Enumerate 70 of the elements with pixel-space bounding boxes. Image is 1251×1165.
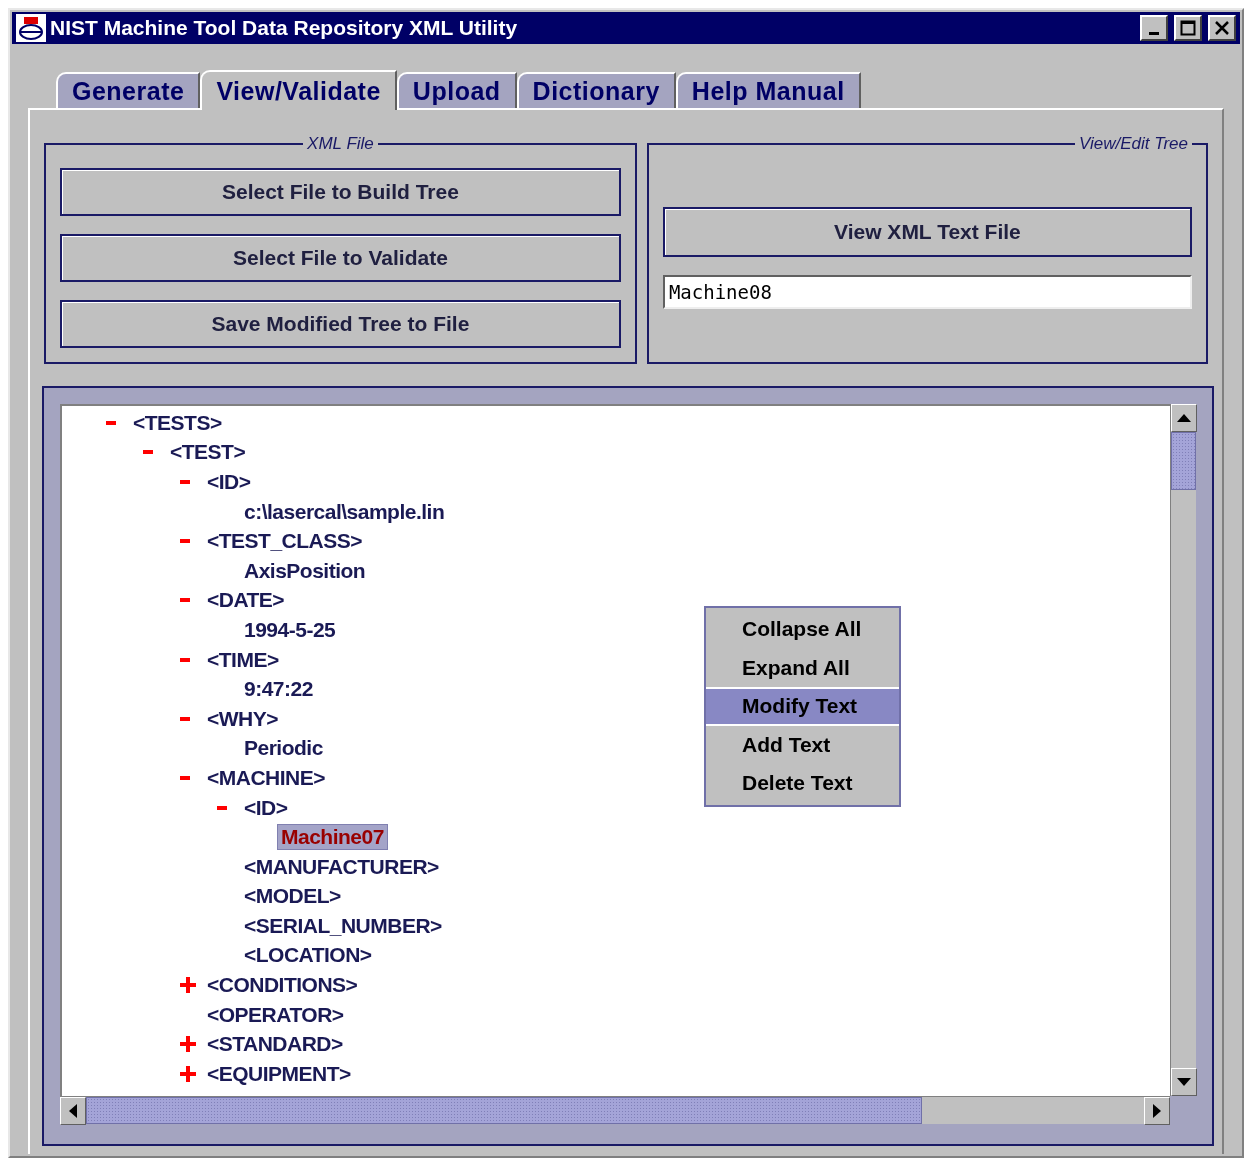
panel-title: XML File: [306, 134, 375, 154]
minus-icon[interactable]: [180, 657, 190, 662]
up-arrow-icon: [1177, 414, 1191, 422]
scroll-thumb[interactable]: [1171, 432, 1196, 490]
close-button[interactable]: [1208, 15, 1236, 41]
minus-icon[interactable]: [106, 420, 116, 425]
scroll-up-button[interactable]: [1171, 404, 1197, 432]
plus-icon[interactable]: [180, 977, 196, 994]
tree-node[interactable]: c:\lasercal\sample.lin: [240, 498, 449, 525]
tree-node[interactable]: <TEST_CLASS>: [203, 528, 367, 555]
tree-node[interactable]: <WHY>: [203, 705, 283, 732]
right-arrow-icon: [1153, 1104, 1161, 1118]
input-field[interactable]: Machine08: [662, 275, 1192, 309]
tree-node[interactable]: Periodic: [240, 735, 327, 762]
tab[interactable]: Generate: [56, 72, 201, 108]
vertical-scrollbar[interactable]: [1170, 404, 1196, 1096]
tree-node[interactable]: <MACHINE>: [203, 764, 330, 791]
scroll-down-button[interactable]: [1171, 1068, 1197, 1096]
scroll-right-button[interactable]: [1144, 1097, 1170, 1125]
minus-icon[interactable]: [217, 805, 227, 810]
tree-node[interactable]: <MODEL>: [240, 883, 345, 910]
tab[interactable]: Dictionary: [516, 72, 676, 108]
panel-button[interactable]: Save Modified Tree to File: [60, 300, 621, 348]
tree-node[interactable]: <LOCATION>: [240, 942, 376, 969]
tab[interactable]: Help Manual: [675, 72, 861, 108]
tree-node[interactable]: <TIME>: [203, 646, 283, 673]
scroll-thumb[interactable]: [86, 1097, 922, 1124]
menu-item[interactable]: Delete Text: [706, 764, 899, 803]
down-arrow-icon: [1177, 1078, 1191, 1086]
tree-node[interactable]: <OPERATOR>: [203, 1001, 348, 1028]
tree-node[interactable]: <ID>: [240, 794, 292, 821]
tab[interactable]: View/Validate: [200, 70, 397, 110]
tree-node[interactable]: <CONDITIONS>: [203, 972, 362, 999]
plus-icon[interactable]: [180, 1065, 196, 1082]
tree-node[interactable]: Machine07: [277, 824, 388, 851]
minus-icon[interactable]: [180, 539, 190, 544]
tree-node[interactable]: <TEST>: [166, 439, 250, 466]
minimize-button[interactable]: [1140, 15, 1168, 41]
panel-title: View/Edit Tree: [1078, 134, 1189, 154]
tree-node[interactable]: <STANDARD>: [203, 1031, 347, 1058]
scroll-left-button[interactable]: [60, 1097, 86, 1125]
tree-node[interactable]: <ID>: [203, 469, 255, 495]
minus-icon[interactable]: [180, 775, 190, 780]
panel-button[interactable]: Select File to Build Tree: [60, 168, 621, 216]
maximize-button[interactable]: [1174, 15, 1202, 41]
menu-item[interactable]: Add Text: [706, 725, 899, 764]
close-icon: [1214, 20, 1230, 36]
menu-item[interactable]: Expand All: [706, 648, 899, 687]
tree-node[interactable]: <MANUFACTURER>: [240, 853, 443, 880]
menu-item[interactable]: Collapse All: [706, 610, 899, 649]
tree-node[interactable]: <SERIAL_NUMBER>: [240, 912, 446, 939]
minus-icon[interactable]: [143, 450, 153, 455]
minus-icon[interactable]: [180, 716, 190, 721]
tree-node[interactable]: 9:47:22: [240, 676, 317, 703]
maximize-icon: [1180, 20, 1196, 36]
tab[interactable]: Upload: [396, 72, 517, 108]
minus-icon[interactable]: [180, 598, 190, 603]
tree-node[interactable]: 1994-5-25: [240, 616, 340, 643]
panel-button[interactable]: Select File to Validate: [60, 234, 621, 282]
tree-node[interactable]: <EQUIPMENT>: [203, 1060, 355, 1087]
minimize-icon: [1149, 31, 1159, 35]
menu-item[interactable]: Modify Text: [706, 687, 899, 726]
tree-node[interactable]: AxisPosition: [240, 557, 370, 584]
left-arrow-icon: [69, 1104, 77, 1118]
tree-node[interactable]: <TESTS>: [129, 409, 226, 436]
horizontal-scrollbar[interactable]: [60, 1096, 1170, 1124]
view-xml-button[interactable]: View XML Text File: [662, 207, 1192, 257]
window-title: NIST Machine Tool Data Repository XML Utility: [50, 16, 519, 40]
plus-icon[interactable]: [180, 1036, 196, 1053]
tree-node[interactable]: <DATE>: [203, 587, 289, 614]
